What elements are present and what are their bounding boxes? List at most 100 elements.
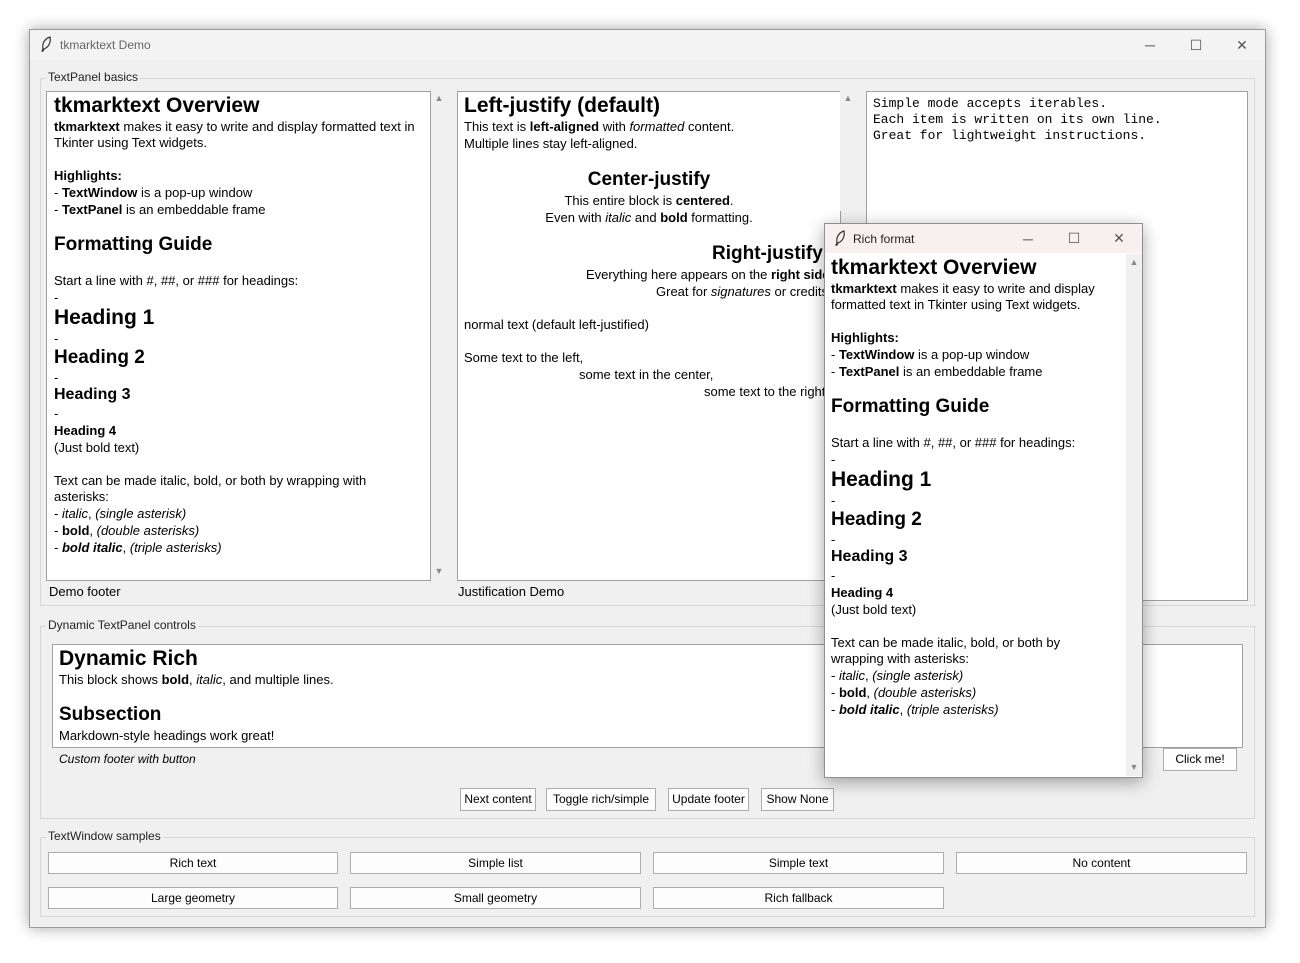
dash: - [54,331,59,346]
italic-text: formatted [629,119,685,134]
dash: - [831,568,836,583]
heading-left-justify: Left-justify (default) [464,94,660,117]
feather-icon [40,36,52,55]
dash: - [54,370,59,385]
show-none-button[interactable]: Show None [761,788,834,811]
heading-center-justify: Center-justify [587,169,711,190]
large-geometry-button[interactable]: Large geometry [48,887,338,909]
scroll-down-arrow-icon[interactable]: ▼ [1126,762,1142,772]
centered-line: This entire block is centered. [458,192,840,209]
highlight-item: - TextPanel is an embeddable frame [831,363,1043,380]
popup-text-area[interactable]: tkmarktext Overview tkmarktext makes it … [825,254,1125,776]
text: content. [684,119,735,134]
intro-rest: makes it easy to write and display forma… [119,119,415,134]
example-bold-italic: - bold italic, (triple asterisks) [831,701,999,718]
rich-text-button[interactable]: Rich text [48,852,338,874]
dash: - [54,290,59,305]
text: This text is [464,119,530,134]
popup-title-bar[interactable]: Rich format ─ ☐ ✕ [825,224,1142,253]
window-title: tkmarktext Demo [60,38,151,52]
italic-explainer: Text can be made italic, bold, or both b… [831,635,1061,650]
scroll-up-arrow-icon[interactable]: ▲ [840,93,856,103]
maximize-button[interactable]: ☐ [1173,30,1219,60]
start-line-text: Start a line with #, ##, or ### for head… [54,273,299,288]
bold-note: (double asterisks) [96,523,200,538]
comma: , [899,702,907,717]
simple-line: Great for lightweight instructions. [873,128,1147,143]
heading-3-sample: Heading 3 [831,548,908,565]
highlight-item: - TextWindow is a pop-up window [54,184,252,201]
heading-dynamic-rich: Dynamic Rich [59,647,198,670]
normal-text: normal text (default left-justified) [464,317,649,332]
simple-list-button[interactable]: Simple list [350,852,641,874]
text: or credits [770,284,828,299]
example-bold-italic: - bold italic, (triple asterisks) [54,539,222,556]
scroll-up-arrow-icon[interactable]: ▲ [1126,257,1142,267]
example-bold: - bold, (double asterisks) [54,522,199,539]
bullet: - [831,347,839,362]
textpanel-bold: TextPanel [61,202,123,217]
maximize-button[interactable]: ☐ [1051,224,1097,253]
simple-line: Simple mode accepts iterables. [873,96,1108,111]
highlight-text: is a pop-up window [914,347,1030,362]
close-button[interactable]: ✕ [1096,224,1142,253]
bold-italic-word: bold italic [838,702,900,717]
text: and [631,210,661,225]
scroll-up-arrow-icon[interactable]: ▲ [431,93,447,103]
close-button[interactable]: ✕ [1219,30,1265,60]
popup-scrollbar[interactable]: ▲ ▼ [1126,254,1142,776]
toggle-rich-simple-button[interactable]: Toggle rich/simple [546,788,656,811]
highlight-item: - TextPanel is an embeddable frame [54,201,266,218]
text: with [599,119,630,134]
highlight-item: - TextWindow is a pop-up window [831,346,1029,363]
example-italic: - italic, (single asterisk) [54,505,186,522]
click-me-button[interactable]: Click me! [1163,748,1237,771]
bold-italic-note: (triple asterisks) [906,702,999,717]
bold-italic-word: bold italic [61,540,123,555]
bullet: - [54,185,62,200]
overview-scrollbar[interactable]: ▲ ▼ [431,91,447,579]
bold-note: (double asterisks) [873,685,977,700]
basics-group-label: TextPanel basics [46,70,141,84]
dash: - [831,532,836,547]
centered-line-2: Even with italic and bold formatting. [458,209,840,226]
italic-word: italic [61,506,88,521]
justification-text-panel[interactable]: Left-justify (default) This text is left… [457,91,841,581]
bold-text: centered [675,193,730,208]
example-italic: - italic, (single asterisk) [831,667,963,684]
minimize-button[interactable]: ─ [1127,30,1173,60]
small-geometry-button[interactable]: Small geometry [350,887,641,909]
highlight-text: is a pop-up window [137,185,253,200]
minimize-button[interactable]: ─ [1005,224,1051,253]
intro-line-2: Tkinter using Text widgets. [54,135,207,150]
mixed-left: Some text to the left, [464,350,584,365]
just-bold-text: (Just bold text) [54,440,140,455]
rich-fallback-button[interactable]: Rich fallback [653,887,944,909]
mixed-center: some text in the center, [579,367,714,382]
update-footer-button[interactable]: Update footer [668,788,749,811]
italic-explainer: Text can be made italic, bold, or both b… [54,473,367,488]
simple-text-button[interactable]: Simple text [653,852,944,874]
feather-icon [834,230,846,249]
text: This entire block is [564,193,676,208]
example-bold: - bold, (double asterisks) [831,684,976,701]
intro-line-2: formatted text in Tkinter using Text wid… [831,297,1081,312]
text: , and multiple lines. [222,672,334,687]
title-bar[interactable]: tkmarktext Demo ─ ☐ ✕ [30,30,1265,60]
no-content-button[interactable]: No content [956,852,1247,874]
scroll-down-arrow-icon[interactable]: ▼ [431,566,447,576]
heading-2-sample: Heading 2 [54,347,145,368]
italic-text: italic [605,210,632,225]
heading-4-sample: Heading 4 [54,423,117,438]
intro-rest: makes it easy to write and display [896,281,1095,296]
next-content-button[interactable]: Next content [460,788,536,811]
intro-bold: tkmarktext [54,119,120,134]
justification-scrollbar[interactable]: ▲ [840,91,856,211]
rich-format-window: Rich format ─ ☐ ✕ tkmarktext Overview tk… [824,223,1143,778]
overview-text-panel[interactable]: tkmarktext Overview tkmarktext makes it … [46,91,431,581]
italic-explainer-2: asterisks: [54,489,109,504]
right-aligned-line-2: Great for signatures or credits [656,283,828,300]
italic-text: signatures [710,284,771,299]
comma: , [89,523,97,538]
italic-word: italic [838,668,865,683]
